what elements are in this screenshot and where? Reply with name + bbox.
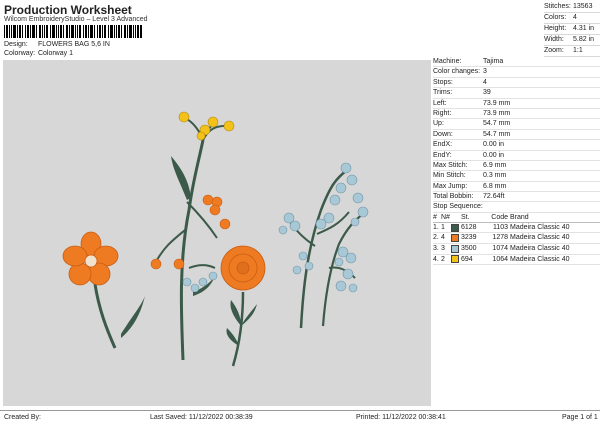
created-by: Created By:	[4, 414, 41, 421]
colorway-value: Colorway 1	[37, 50, 73, 57]
color-swatch	[451, 255, 459, 264]
color-swatch	[451, 244, 459, 253]
detail-max-stitch: Max Stitch: 6.9 mm	[433, 161, 600, 172]
printed-date: Printed: 11/12/2022 00:38:41	[356, 414, 446, 421]
color-swatch	[451, 223, 459, 232]
footer: Created By: Last Saved: 11/12/2022 00:38…	[0, 410, 600, 425]
detail-endx: EndX: 0.00 in	[433, 140, 600, 151]
sequence-row: 4. 2 694 1064 Madeira Classic 40	[433, 255, 600, 266]
detail-down: Down: 54.7 mm	[433, 130, 600, 141]
stop-sequence-title: Stop Sequence:	[433, 202, 600, 213]
detail-color-changes: Color changes: 3	[433, 67, 600, 78]
detail-max-jump: Max Jump: 6.8 mm	[433, 182, 600, 193]
detail-left: Left: 73.9 mm	[433, 99, 600, 109]
stat-height: Height: 4.31 in	[544, 24, 600, 35]
stat-width: Width: 5.82 in	[544, 35, 600, 46]
stat-colors: Colors: 4	[544, 13, 600, 24]
software-name: Wilcom EmbroideryStudio – Level 3 Advanc…	[4, 16, 148, 23]
sequence-row: 3. 3 3500 1074 Madeira Classic 40	[433, 244, 600, 255]
color-swatch	[451, 234, 459, 243]
sequence-header: # N# St. Code Brand	[433, 213, 600, 223]
detail-trims: Trims: 39	[433, 88, 600, 99]
detail-total-bobbin: Total Bobbin: 72.64ft	[433, 192, 600, 203]
detail-up: Up: 54.7 mm	[433, 119, 600, 130]
colorway-line: Colorway: Colorway 1	[4, 50, 73, 57]
stat-zoom: Zoom: 1:1	[544, 46, 600, 57]
detail-machine: Machine: Tajima	[433, 57, 600, 68]
barcode	[4, 25, 142, 38]
design-line: Design: FLOWERS BAG 5,6 IN	[4, 41, 110, 48]
design-preview	[3, 60, 431, 406]
design-label: Design:	[4, 41, 28, 48]
summary-stats: Stitches: 13563 Colors: 4 Height: 4.31 in W…	[544, 2, 600, 57]
detail-endy: EndY: 0.00 in	[433, 151, 600, 161]
stat-stitches: Stitches: 13563	[544, 2, 600, 13]
detail-right: Right: 73.9 mm	[433, 109, 600, 120]
sequence-row: 2. 4 3239 1278 Madeira Classic 40	[433, 233, 600, 245]
detail-stops: Stops: 4	[433, 78, 600, 89]
page-number: Page 1 of 1	[562, 414, 598, 421]
page-title: Production Worksheet	[4, 3, 132, 17]
colorway-label: Colorway:	[4, 50, 36, 57]
sequence-row: 1. 1 6128 1103 Madeira Classic 40	[433, 223, 600, 234]
detail-min-stitch: Min Stitch: 0.3 mm	[433, 171, 600, 182]
design-details-panel: Machine: Tajima Color changes: 3 Stops: 4 T…	[433, 57, 600, 266]
last-saved: Last Saved: 11/12/2022 00:38:39	[150, 414, 253, 421]
design-value: FLOWERS BAG 5,6 IN	[37, 41, 110, 48]
